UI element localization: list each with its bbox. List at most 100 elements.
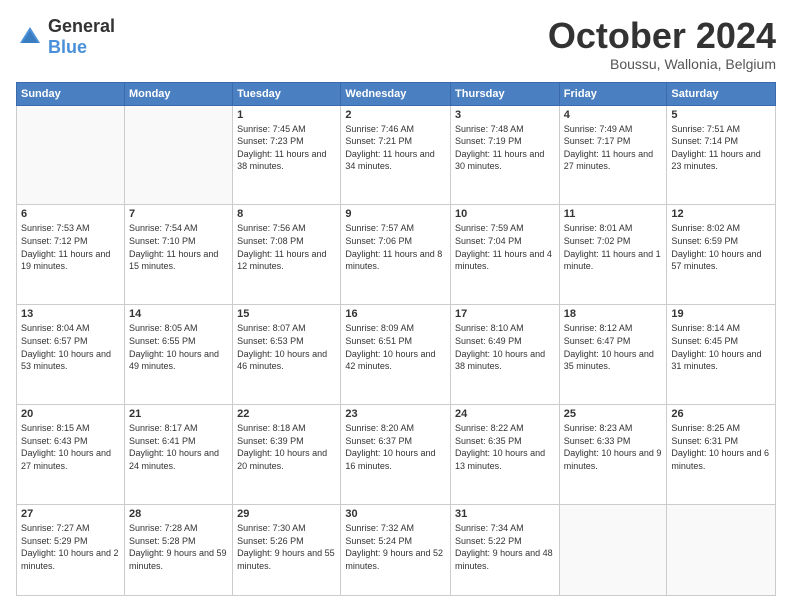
- day-cell: 24 Sunrise: 8:22 AMSunset: 6:35 PMDayligh…: [451, 405, 560, 505]
- day-number: 8: [237, 208, 336, 220]
- day-cell: 12 Sunrise: 8:02 AMSunset: 6:59 PMDayligh…: [667, 205, 776, 305]
- day-number: 18: [564, 308, 663, 320]
- day-info: Sunrise: 8:15 AMSunset: 6:43 PMDaylight:…: [21, 422, 120, 472]
- calendar-week-row: 27Sunrise: 7:27 AMSunset: 5:29 PMDayligh…: [17, 505, 776, 596]
- header: General Blue October 2024 Boussu, Wallon…: [16, 16, 776, 72]
- day-cell: 11 Sunrise: 8:01 AMSunset: 7:02 PMDayligh…: [559, 205, 667, 305]
- day-number: 2: [345, 109, 446, 121]
- day-cell: 25 Sunrise: 8:23 AMSunset: 6:33 PMDayligh…: [559, 405, 667, 505]
- day-info: Sunrise: 8:18 AMSunset: 6:39 PMDaylight:…: [237, 422, 336, 472]
- day-info: Sunrise: 8:20 AMSunset: 6:37 PMDaylight:…: [345, 422, 446, 472]
- day-number: 15: [237, 308, 336, 320]
- calendar-header-row: SundayMondayTuesdayWednesdayThursdayFrid…: [17, 82, 776, 105]
- day-number: 7: [129, 208, 228, 220]
- day-number: 6: [21, 208, 120, 220]
- day-number: 30: [345, 508, 446, 520]
- day-cell: 26Sunrise: 8:25 AMSunset: 6:31 PMDayligh…: [667, 405, 776, 505]
- day-number: 12: [671, 208, 771, 220]
- day-cell: 28 Sunrise: 7:28 AMSunset: 5:28 PMDayligh…: [124, 505, 232, 596]
- day-info: Sunrise: 8:14 AMSunset: 6:45 PMDaylight:…: [671, 322, 771, 372]
- day-cell: 31Sunrise: 7:34 AMSunset: 5:22 PMDayligh…: [451, 505, 560, 596]
- day-cell: 20 Sunrise: 8:15 AMSunset: 6:43 PMDayligh…: [17, 405, 125, 505]
- day-info: Sunrise: 7:56 AMSunset: 7:08 PMDaylight:…: [237, 222, 336, 272]
- day-cell: 17Sunrise: 8:10 AMSunset: 6:49 PMDayligh…: [451, 305, 560, 405]
- day-cell: 13 Sunrise: 8:04 AMSunset: 6:57 PMDayligh…: [17, 305, 125, 405]
- day-cell: 4Sunrise: 7:49 AMSunset: 7:17 PMDaylight…: [559, 105, 667, 205]
- month-title: October 2024: [548, 16, 776, 56]
- day-number: 24: [455, 408, 555, 420]
- day-number: 10: [455, 208, 555, 220]
- logo: General Blue: [16, 16, 115, 58]
- day-cell: 6 Sunrise: 7:53 AMSunset: 7:12 PMDaylight…: [17, 205, 125, 305]
- day-cell: 15 Sunrise: 8:07 AMSunset: 6:53 PMDayligh…: [233, 305, 341, 405]
- day-cell: 3Sunrise: 7:48 AMSunset: 7:19 PMDaylight…: [451, 105, 560, 205]
- day-number: 28: [129, 508, 228, 520]
- day-info: Sunrise: 8:09 AMSunset: 6:51 PMDaylight:…: [345, 322, 446, 372]
- day-info: Sunrise: 7:27 AMSunset: 5:29 PMDaylight:…: [21, 522, 120, 572]
- day-cell: 14 Sunrise: 8:05 AMSunset: 6:55 PMDayligh…: [124, 305, 232, 405]
- day-cell: 22 Sunrise: 8:18 AMSunset: 6:39 PMDayligh…: [233, 405, 341, 505]
- day-info: Sunrise: 8:07 AMSunset: 6:53 PMDaylight:…: [237, 322, 336, 372]
- day-number: 25: [564, 408, 663, 420]
- day-cell: [667, 505, 776, 596]
- day-info: Sunrise: 7:59 AMSunset: 7:04 PMDaylight:…: [455, 222, 555, 272]
- day-cell: 21 Sunrise: 8:17 AMSunset: 6:41 PMDayligh…: [124, 405, 232, 505]
- day-number: 16: [345, 308, 446, 320]
- day-number: 29: [237, 508, 336, 520]
- day-info: Sunrise: 8:02 AMSunset: 6:59 PMDaylight:…: [671, 222, 771, 272]
- weekday-header: Wednesday: [341, 82, 451, 105]
- day-cell: 18 Sunrise: 8:12 AMSunset: 6:47 PMDayligh…: [559, 305, 667, 405]
- location: Boussu, Wallonia, Belgium: [548, 56, 776, 72]
- day-cell: 9Sunrise: 7:57 AMSunset: 7:06 PMDaylight…: [341, 205, 451, 305]
- day-info: Sunrise: 8:04 AMSunset: 6:57 PMDaylight:…: [21, 322, 120, 372]
- day-number: 21: [129, 408, 228, 420]
- day-info: Sunrise: 8:25 AMSunset: 6:31 PMDaylight:…: [671, 422, 771, 472]
- day-cell: 27Sunrise: 7:27 AMSunset: 5:29 PMDayligh…: [17, 505, 125, 596]
- day-number: 1: [237, 109, 336, 121]
- day-info: Sunrise: 7:45 AMSunset: 7:23 PMDaylight:…: [237, 123, 336, 173]
- weekday-header: Sunday: [17, 82, 125, 105]
- day-number: 5: [671, 109, 771, 121]
- day-info: Sunrise: 8:05 AMSunset: 6:55 PMDaylight:…: [129, 322, 228, 372]
- weekday-header: Saturday: [667, 82, 776, 105]
- day-cell: 7 Sunrise: 7:54 AMSunset: 7:10 PMDaylight…: [124, 205, 232, 305]
- day-number: 22: [237, 408, 336, 420]
- calendar-week-row: 1 Sunrise: 7:45 AMSunset: 7:23 PMDaylight…: [17, 105, 776, 205]
- day-cell: [559, 505, 667, 596]
- day-info: Sunrise: 7:51 AMSunset: 7:14 PMDaylight:…: [671, 123, 771, 173]
- logo-general-text: General: [48, 16, 115, 36]
- day-cell: 1 Sunrise: 7:45 AMSunset: 7:23 PMDaylight…: [233, 105, 341, 205]
- day-info: Sunrise: 8:12 AMSunset: 6:47 PMDaylight:…: [564, 322, 663, 372]
- day-number: 23: [345, 408, 446, 420]
- day-info: Sunrise: 7:28 AMSunset: 5:28 PMDaylight:…: [129, 522, 228, 572]
- calendar-week-row: 6 Sunrise: 7:53 AMSunset: 7:12 PMDaylight…: [17, 205, 776, 305]
- day-number: 13: [21, 308, 120, 320]
- day-cell: 30Sunrise: 7:32 AMSunset: 5:24 PMDayligh…: [341, 505, 451, 596]
- logo-blue-text: Blue: [48, 37, 87, 57]
- day-number: 19: [671, 308, 771, 320]
- calendar-week-row: 20 Sunrise: 8:15 AMSunset: 6:43 PMDayligh…: [17, 405, 776, 505]
- day-info: Sunrise: 8:01 AMSunset: 7:02 PMDaylight:…: [564, 222, 663, 272]
- weekday-header: Tuesday: [233, 82, 341, 105]
- day-cell: [124, 105, 232, 205]
- day-info: Sunrise: 7:53 AMSunset: 7:12 PMDaylight:…: [21, 222, 120, 272]
- day-info: Sunrise: 7:49 AMSunset: 7:17 PMDaylight:…: [564, 123, 663, 173]
- day-number: 20: [21, 408, 120, 420]
- day-cell: 5 Sunrise: 7:51 AMSunset: 7:14 PMDaylight…: [667, 105, 776, 205]
- day-cell: [17, 105, 125, 205]
- day-info: Sunrise: 8:23 AMSunset: 6:33 PMDaylight:…: [564, 422, 663, 472]
- day-number: 31: [455, 508, 555, 520]
- day-info: Sunrise: 8:22 AMSunset: 6:35 PMDaylight:…: [455, 422, 555, 472]
- day-info: Sunrise: 7:54 AMSunset: 7:10 PMDaylight:…: [129, 222, 228, 272]
- day-number: 14: [129, 308, 228, 320]
- day-number: 11: [564, 208, 663, 220]
- title-area: October 2024 Boussu, Wallonia, Belgium: [548, 16, 776, 72]
- day-cell: 23 Sunrise: 8:20 AMSunset: 6:37 PMDayligh…: [341, 405, 451, 505]
- calendar-body: 1 Sunrise: 7:45 AMSunset: 7:23 PMDaylight…: [17, 105, 776, 595]
- day-info: Sunrise: 8:17 AMSunset: 6:41 PMDaylight:…: [129, 422, 228, 472]
- day-cell: 8 Sunrise: 7:56 AMSunset: 7:08 PMDaylight…: [233, 205, 341, 305]
- day-cell: 10 Sunrise: 7:59 AMSunset: 7:04 PMDayligh…: [451, 205, 560, 305]
- day-info: Sunrise: 7:48 AMSunset: 7:19 PMDaylight:…: [455, 123, 555, 173]
- day-cell: 29Sunrise: 7:30 AMSunset: 5:26 PMDayligh…: [233, 505, 341, 596]
- calendar-week-row: 13 Sunrise: 8:04 AMSunset: 6:57 PMDayligh…: [17, 305, 776, 405]
